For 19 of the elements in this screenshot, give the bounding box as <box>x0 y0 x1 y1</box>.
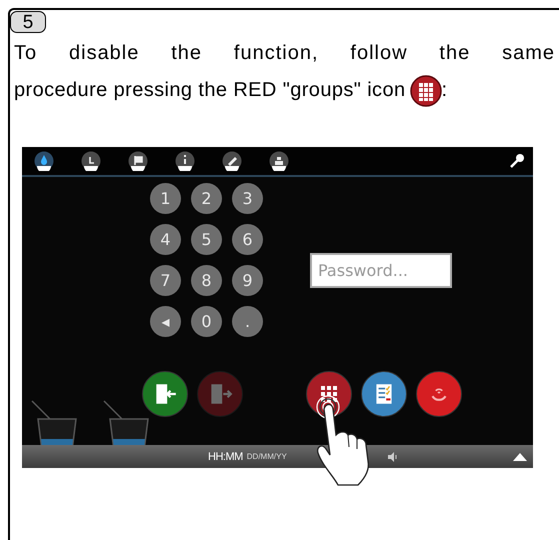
keypad-key[interactable]: 6 <box>232 224 263 255</box>
instruction-text: procedure pressing the RED "groups" icon <box>14 78 406 103</box>
keypad-key[interactable]: 7 <box>150 265 181 296</box>
keypad-key[interactable]: 9 <box>232 265 263 296</box>
keypad-key[interactable]: 1 <box>150 183 181 214</box>
keypad-key[interactable]: 2 <box>191 183 222 214</box>
keypad-key[interactable]: 0 <box>191 306 222 337</box>
keypad-key[interactable]: . <box>232 306 263 337</box>
time-text: HH:MM <box>208 450 243 462</box>
keypad-key[interactable]: 5 <box>191 224 222 255</box>
keypad-key[interactable]: 3 <box>232 183 263 214</box>
date-text: DD/MM/YY <box>246 452 287 461</box>
step-number: 5 <box>10 11 46 33</box>
instruction-text: To disable the function, follow the same <box>14 41 555 66</box>
password-field[interactable]: Password... <box>310 253 452 288</box>
keypad-key[interactable]: 4 <box>150 224 181 255</box>
keypad-key[interactable]: ◂ <box>150 306 181 337</box>
instruction-colon: : <box>442 78 448 103</box>
keypad-key[interactable]: 8 <box>191 265 222 296</box>
